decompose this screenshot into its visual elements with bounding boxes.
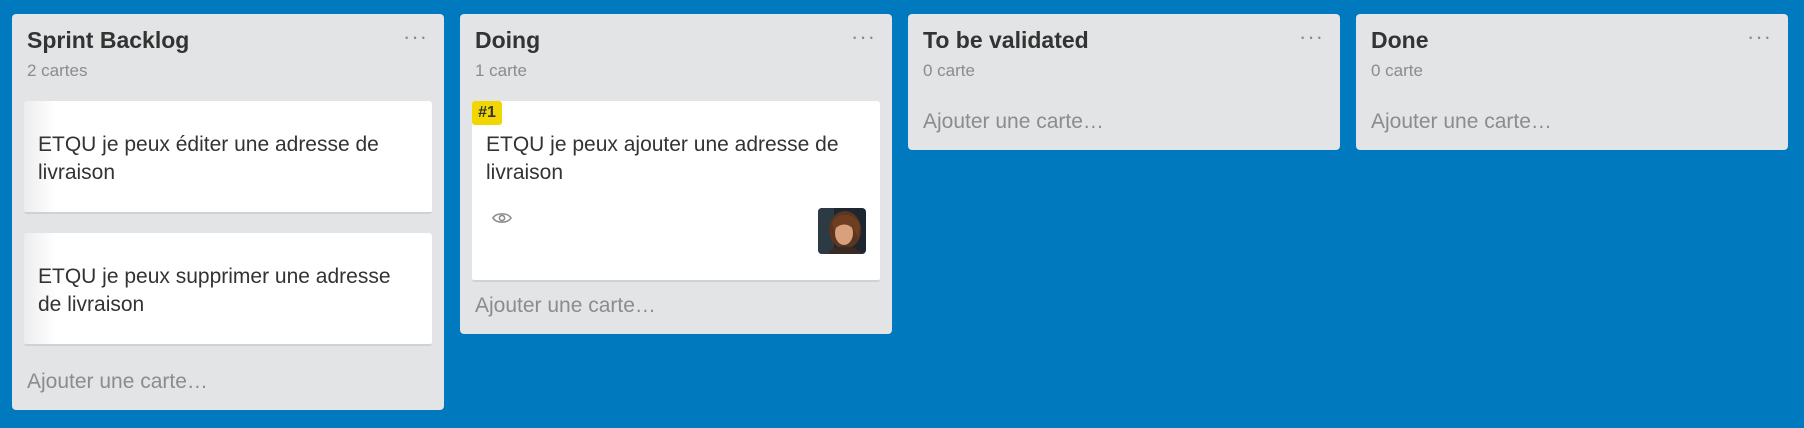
list-title[interactable]: Sprint Backlog [27,27,189,54]
list-to-be-validated: To be validated 0 carte ··· Ajouter une … [908,14,1340,150]
list-title[interactable]: Done [1371,27,1429,54]
card[interactable]: #1 ETQU je peux ajouter une adresse de l… [472,101,880,282]
card-title: ETQU je peux supprimer une adresse de li… [38,265,391,316]
add-card-button[interactable]: Ajouter une carte… [475,294,656,318]
card-label: #1 [472,101,502,125]
list-title[interactable]: Doing [475,27,540,54]
list-menu-icon[interactable]: ··· [1299,26,1324,48]
card-title: ETQU je peux ajouter une adresse de livr… [486,133,839,184]
list-menu-icon[interactable]: ··· [403,26,428,48]
board: Sprint Backlog 2 cartes ··· ETQU je peux… [0,0,1804,428]
card[interactable]: ETQU je peux supprimer une adresse de li… [24,233,432,346]
add-card-button[interactable]: Ajouter une carte… [27,370,208,394]
list-menu-icon[interactable]: ··· [851,26,876,48]
member-avatar[interactable] [818,208,866,254]
card[interactable]: ETQU je peux éditer une adresse de livra… [24,101,432,214]
list-card-count: 2 cartes [27,61,88,80]
list-menu-icon[interactable]: ··· [1747,26,1772,48]
list-card-count: 0 carte [923,61,975,80]
list-title[interactable]: To be validated [923,27,1089,54]
eye-icon [492,213,512,223]
list-card-count: 1 carte [475,61,527,80]
list-done: Done 0 carte ··· Ajouter une carte… [1356,14,1788,150]
list-card-count: 0 carte [1371,61,1423,80]
list-doing: Doing 1 carte ··· #1 ETQU je peux ajoute… [460,14,892,334]
list-sprint-backlog: Sprint Backlog 2 cartes ··· ETQU je peux… [12,14,444,410]
card-title: ETQU je peux éditer une adresse de livra… [38,133,379,184]
add-card-button[interactable]: Ajouter une carte… [923,110,1104,134]
add-card-button[interactable]: Ajouter une carte… [1371,110,1552,134]
